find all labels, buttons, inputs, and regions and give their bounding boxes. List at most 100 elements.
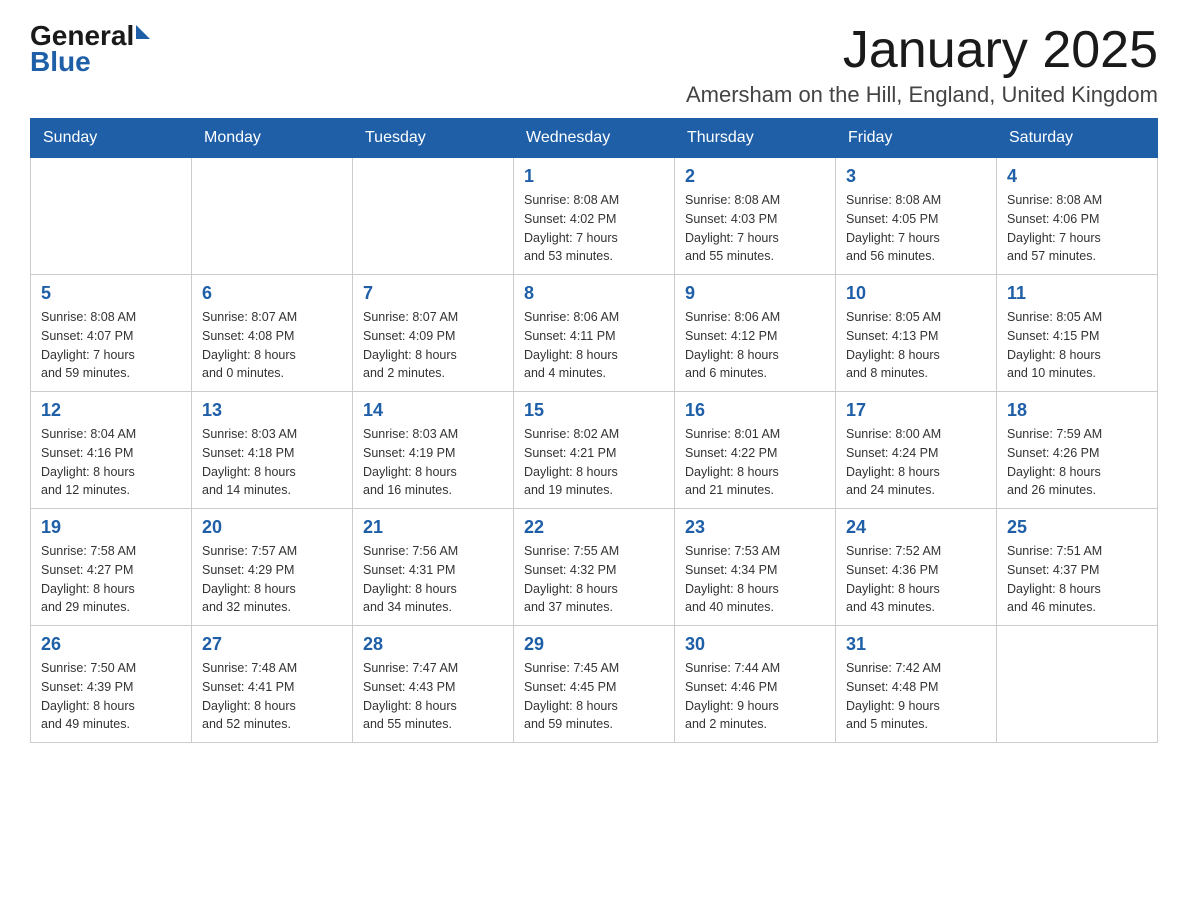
day-info: Sunrise: 7:47 AM Sunset: 4:43 PM Dayligh… bbox=[363, 659, 503, 734]
calendar-cell: 5 Sunrise: 8:08 AM Sunset: 4:07 PM Daylig… bbox=[31, 275, 192, 392]
calendar-cell: 3 Sunrise: 8:08 AM Sunset: 4:05 PM Daylig… bbox=[836, 158, 997, 275]
calendar-header-row: SundayMondayTuesdayWednesdayThursdayFrid… bbox=[31, 119, 1158, 158]
day-info: Sunrise: 7:57 AM Sunset: 4:29 PM Dayligh… bbox=[202, 542, 342, 617]
calendar-cell: 13 Sunrise: 8:03 AM Sunset: 4:18 PM Dayli… bbox=[192, 392, 353, 509]
logo-blue-word: Blue bbox=[30, 46, 91, 78]
day-info: Sunrise: 8:08 AM Sunset: 4:05 PM Dayligh… bbox=[846, 191, 986, 266]
calendar-cell: 19 Sunrise: 7:58 AM Sunset: 4:27 PM Dayli… bbox=[31, 509, 192, 626]
day-info: Sunrise: 8:02 AM Sunset: 4:21 PM Dayligh… bbox=[524, 425, 664, 500]
day-number: 20 bbox=[202, 517, 342, 538]
week-row-5: 26 Sunrise: 7:50 AM Sunset: 4:39 PM Dayli… bbox=[31, 626, 1158, 743]
day-info: Sunrise: 8:08 AM Sunset: 4:03 PM Dayligh… bbox=[685, 191, 825, 266]
column-header-sunday: Sunday bbox=[31, 119, 192, 158]
day-number: 10 bbox=[846, 283, 986, 304]
week-row-1: 1 Sunrise: 8:08 AM Sunset: 4:02 PM Daylig… bbox=[31, 158, 1158, 275]
calendar-cell: 18 Sunrise: 7:59 AM Sunset: 4:26 PM Dayli… bbox=[997, 392, 1158, 509]
day-number: 27 bbox=[202, 634, 342, 655]
day-number: 5 bbox=[41, 283, 181, 304]
calendar-cell: 7Sunrise: 8:07 AM Sunset: 4:09 PM Daylig… bbox=[353, 275, 514, 392]
calendar-cell: 23Sunrise: 7:53 AM Sunset: 4:34 PM Dayli… bbox=[675, 509, 836, 626]
day-info: Sunrise: 7:51 AM Sunset: 4:37 PM Dayligh… bbox=[1007, 542, 1147, 617]
week-row-3: 12 Sunrise: 8:04 AM Sunset: 4:16 PM Dayli… bbox=[31, 392, 1158, 509]
calendar-cell bbox=[31, 158, 192, 275]
day-info: Sunrise: 8:07 AM Sunset: 4:08 PM Dayligh… bbox=[202, 308, 342, 383]
day-number: 12 bbox=[41, 400, 181, 421]
column-header-monday: Monday bbox=[192, 119, 353, 158]
day-number: 8 bbox=[524, 283, 664, 304]
day-info: Sunrise: 8:04 AM Sunset: 4:16 PM Dayligh… bbox=[41, 425, 181, 500]
day-info: Sunrise: 8:01 AM Sunset: 4:22 PM Dayligh… bbox=[685, 425, 825, 500]
calendar-cell bbox=[353, 158, 514, 275]
calendar-cell: 8 Sunrise: 8:06 AM Sunset: 4:11 PM Daylig… bbox=[514, 275, 675, 392]
column-header-friday: Friday bbox=[836, 119, 997, 158]
day-info: Sunrise: 8:08 AM Sunset: 4:02 PM Dayligh… bbox=[524, 191, 664, 266]
day-info: Sunrise: 8:03 AM Sunset: 4:19 PM Dayligh… bbox=[363, 425, 503, 500]
day-number: 28 bbox=[363, 634, 503, 655]
day-number: 2 bbox=[685, 166, 825, 187]
calendar-cell bbox=[997, 626, 1158, 743]
calendar-cell: 10Sunrise: 8:05 AM Sunset: 4:13 PM Dayli… bbox=[836, 275, 997, 392]
day-info: Sunrise: 7:55 AM Sunset: 4:32 PM Dayligh… bbox=[524, 542, 664, 617]
calendar-cell: 25 Sunrise: 7:51 AM Sunset: 4:37 PM Dayli… bbox=[997, 509, 1158, 626]
day-number: 26 bbox=[41, 634, 181, 655]
day-info: Sunrise: 8:06 AM Sunset: 4:11 PM Dayligh… bbox=[524, 308, 664, 383]
month-title: January 2025 bbox=[686, 20, 1158, 80]
day-info: Sunrise: 8:05 AM Sunset: 4:15 PM Dayligh… bbox=[1007, 308, 1147, 383]
day-info: Sunrise: 7:50 AM Sunset: 4:39 PM Dayligh… bbox=[41, 659, 181, 734]
day-info: Sunrise: 7:53 AM Sunset: 4:34 PM Dayligh… bbox=[685, 542, 825, 617]
calendar-cell: 12 Sunrise: 8:04 AM Sunset: 4:16 PM Dayli… bbox=[31, 392, 192, 509]
column-header-tuesday: Tuesday bbox=[353, 119, 514, 158]
day-info: Sunrise: 8:07 AM Sunset: 4:09 PM Dayligh… bbox=[363, 308, 503, 383]
day-info: Sunrise: 7:48 AM Sunset: 4:41 PM Dayligh… bbox=[202, 659, 342, 734]
column-header-wednesday: Wednesday bbox=[514, 119, 675, 158]
day-number: 25 bbox=[1007, 517, 1147, 538]
day-info: Sunrise: 8:00 AM Sunset: 4:24 PM Dayligh… bbox=[846, 425, 986, 500]
logo-arrow-icon bbox=[136, 25, 150, 39]
day-info: Sunrise: 7:52 AM Sunset: 4:36 PM Dayligh… bbox=[846, 542, 986, 617]
column-header-saturday: Saturday bbox=[997, 119, 1158, 158]
day-number: 1 bbox=[524, 166, 664, 187]
day-info: Sunrise: 8:03 AM Sunset: 4:18 PM Dayligh… bbox=[202, 425, 342, 500]
calendar-cell: 21 Sunrise: 7:56 AM Sunset: 4:31 PM Dayli… bbox=[353, 509, 514, 626]
calendar-cell: 31 Sunrise: 7:42 AM Sunset: 4:48 PM Dayli… bbox=[836, 626, 997, 743]
day-number: 13 bbox=[202, 400, 342, 421]
day-info: Sunrise: 7:59 AM Sunset: 4:26 PM Dayligh… bbox=[1007, 425, 1147, 500]
calendar-cell: 17 Sunrise: 8:00 AM Sunset: 4:24 PM Dayli… bbox=[836, 392, 997, 509]
calendar-cell: 22 Sunrise: 7:55 AM Sunset: 4:32 PM Dayli… bbox=[514, 509, 675, 626]
page-header: General Blue January 2025 Amersham on th… bbox=[30, 20, 1158, 108]
day-number: 9 bbox=[685, 283, 825, 304]
calendar-cell bbox=[192, 158, 353, 275]
location-subtitle: Amersham on the Hill, England, United Ki… bbox=[686, 82, 1158, 108]
day-number: 6 bbox=[202, 283, 342, 304]
calendar-cell: 9Sunrise: 8:06 AM Sunset: 4:12 PM Daylig… bbox=[675, 275, 836, 392]
title-area: January 2025 Amersham on the Hill, Engla… bbox=[686, 20, 1158, 108]
calendar-cell: 27 Sunrise: 7:48 AM Sunset: 4:41 PM Dayli… bbox=[192, 626, 353, 743]
calendar-cell: 1 Sunrise: 8:08 AM Sunset: 4:02 PM Daylig… bbox=[514, 158, 675, 275]
calendar-cell: 11Sunrise: 8:05 AM Sunset: 4:15 PM Dayli… bbox=[997, 275, 1158, 392]
calendar-cell: 6 Sunrise: 8:07 AM Sunset: 4:08 PM Daylig… bbox=[192, 275, 353, 392]
day-info: Sunrise: 7:44 AM Sunset: 4:46 PM Dayligh… bbox=[685, 659, 825, 734]
day-info: Sunrise: 8:08 AM Sunset: 4:07 PM Dayligh… bbox=[41, 308, 181, 383]
calendar-cell: 16Sunrise: 8:01 AM Sunset: 4:22 PM Dayli… bbox=[675, 392, 836, 509]
week-row-4: 19 Sunrise: 7:58 AM Sunset: 4:27 PM Dayli… bbox=[31, 509, 1158, 626]
day-number: 18 bbox=[1007, 400, 1147, 421]
day-number: 21 bbox=[363, 517, 503, 538]
day-info: Sunrise: 7:56 AM Sunset: 4:31 PM Dayligh… bbox=[363, 542, 503, 617]
calendar-cell: 29Sunrise: 7:45 AM Sunset: 4:45 PM Dayli… bbox=[514, 626, 675, 743]
day-number: 24 bbox=[846, 517, 986, 538]
calendar-cell: 4Sunrise: 8:08 AM Sunset: 4:06 PM Daylig… bbox=[997, 158, 1158, 275]
day-number: 22 bbox=[524, 517, 664, 538]
day-info: Sunrise: 7:58 AM Sunset: 4:27 PM Dayligh… bbox=[41, 542, 181, 617]
day-info: Sunrise: 7:42 AM Sunset: 4:48 PM Dayligh… bbox=[846, 659, 986, 734]
day-number: 31 bbox=[846, 634, 986, 655]
day-number: 19 bbox=[41, 517, 181, 538]
day-number: 3 bbox=[846, 166, 986, 187]
day-number: 29 bbox=[524, 634, 664, 655]
day-number: 17 bbox=[846, 400, 986, 421]
calendar-cell: 24 Sunrise: 7:52 AM Sunset: 4:36 PM Dayli… bbox=[836, 509, 997, 626]
calendar-table: SundayMondayTuesdayWednesdayThursdayFrid… bbox=[30, 118, 1158, 743]
calendar-cell: 15Sunrise: 8:02 AM Sunset: 4:21 PM Dayli… bbox=[514, 392, 675, 509]
day-number: 14 bbox=[363, 400, 503, 421]
day-info: Sunrise: 8:08 AM Sunset: 4:06 PM Dayligh… bbox=[1007, 191, 1147, 266]
calendar-cell: 2 Sunrise: 8:08 AM Sunset: 4:03 PM Daylig… bbox=[675, 158, 836, 275]
